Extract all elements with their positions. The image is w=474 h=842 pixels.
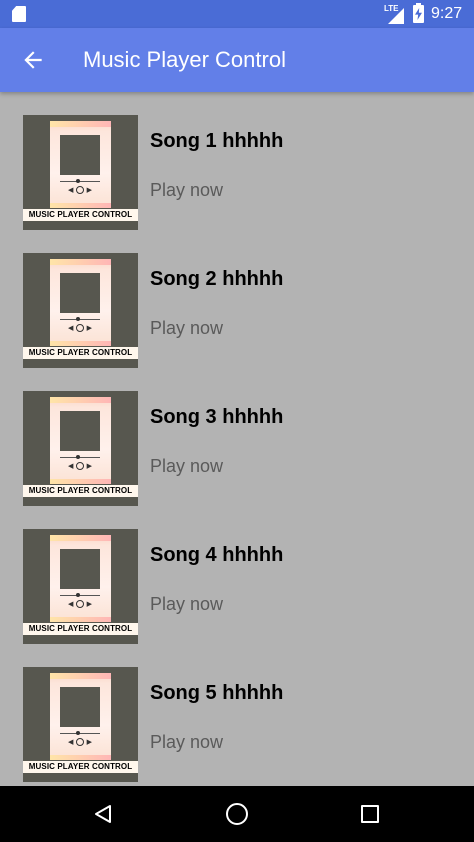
- next-icon: ▶: [86, 739, 92, 746]
- next-icon: ▶: [86, 325, 92, 332]
- song-title: Song 1 hhhhh: [150, 130, 284, 152]
- song-thumbnail: ◀ ▶ MUSIC PLAYER CONTROL: [23, 529, 138, 644]
- prev-icon: ◀: [68, 739, 74, 746]
- system-nav-bar: [0, 786, 474, 842]
- next-icon: ▶: [86, 601, 92, 608]
- song-title: Song 2 hhhhh: [150, 268, 284, 290]
- thumbnail-phone-mockup: ◀ ▶: [50, 397, 111, 484]
- thumbnail-phone-mockup: ◀ ▶: [50, 535, 111, 622]
- thumbnail-phone-mockup: ◀ ▶: [50, 121, 111, 208]
- song-thumbnail: ◀ ▶ MUSIC PLAYER CONTROL: [23, 667, 138, 782]
- status-time: 9:27: [431, 5, 463, 22]
- song-list-item[interactable]: ◀ ▶ MUSIC PLAYER CONTROL Song 4 hhhhh Pla…: [0, 506, 474, 644]
- thumbnail-caption: MUSIC PLAYER CONTROL: [23, 485, 138, 497]
- prev-icon: ◀: [68, 187, 74, 194]
- pause-icon: [76, 738, 84, 746]
- page-title: Music Player Control: [83, 47, 286, 72]
- play-now-label[interactable]: Play now: [150, 318, 223, 339]
- thumbnail-phone-mockup: ◀ ▶: [50, 673, 111, 760]
- prev-icon: ◀: [68, 325, 74, 332]
- song-list-item[interactable]: ◀ ▶ MUSIC PLAYER CONTROL Song 5 hhhhh Pla…: [0, 644, 474, 782]
- song-thumbnail: ◀ ▶ MUSIC PLAYER CONTROL: [23, 115, 138, 230]
- pause-icon: [76, 462, 84, 470]
- play-now-label[interactable]: Play now: [150, 456, 223, 477]
- back-triangle-icon[interactable]: [93, 804, 113, 824]
- sd-card-icon: [12, 6, 26, 22]
- battery-charging-icon: [413, 3, 424, 23]
- recents-square-icon[interactable]: [361, 805, 379, 823]
- song-list-item[interactable]: ◀ ▶ MUSIC PLAYER CONTROL Song 3 hhhhh Pla…: [0, 368, 474, 506]
- thumbnail-caption: MUSIC PLAYER CONTROL: [23, 623, 138, 635]
- pause-icon: [76, 600, 84, 608]
- thumbnail-caption: MUSIC PLAYER CONTROL: [23, 761, 138, 773]
- prev-icon: ◀: [68, 601, 74, 608]
- next-icon: ▶: [86, 187, 92, 194]
- song-list-item[interactable]: ◀ ▶ MUSIC PLAYER CONTROL Song 1 hhhhh Pla…: [0, 92, 474, 230]
- play-now-label[interactable]: Play now: [150, 732, 223, 753]
- song-thumbnail: ◀ ▶ MUSIC PLAYER CONTROL: [23, 391, 138, 506]
- song-list[interactable]: ◀ ▶ MUSIC PLAYER CONTROL Song 1 hhhhh Pla…: [0, 92, 474, 786]
- song-list-item[interactable]: ◀ ▶ MUSIC PLAYER CONTROL Song 2 hhhhh Pla…: [0, 230, 474, 368]
- song-title: Song 4 hhhhh: [150, 544, 284, 566]
- network-type-label: LTE: [384, 4, 399, 13]
- song-title: Song 5 hhhhh: [150, 682, 284, 704]
- next-icon: ▶: [86, 463, 92, 470]
- pause-icon: [76, 186, 84, 194]
- arrow-back-icon[interactable]: [20, 47, 46, 73]
- song-thumbnail: ◀ ▶ MUSIC PLAYER CONTROL: [23, 253, 138, 368]
- thumbnail-phone-mockup: ◀ ▶: [50, 259, 111, 346]
- play-now-label[interactable]: Play now: [150, 594, 223, 615]
- pause-icon: [76, 324, 84, 332]
- thumbnail-caption: MUSIC PLAYER CONTROL: [23, 347, 138, 359]
- status-bar: LTE 9:27: [0, 0, 474, 28]
- app-bar: Music Player Control: [0, 28, 474, 92]
- thumbnail-caption: MUSIC PLAYER CONTROL: [23, 209, 138, 221]
- song-title: Song 3 hhhhh: [150, 406, 284, 428]
- home-circle-icon[interactable]: [226, 803, 248, 825]
- prev-icon: ◀: [68, 463, 74, 470]
- play-now-label[interactable]: Play now: [150, 180, 223, 201]
